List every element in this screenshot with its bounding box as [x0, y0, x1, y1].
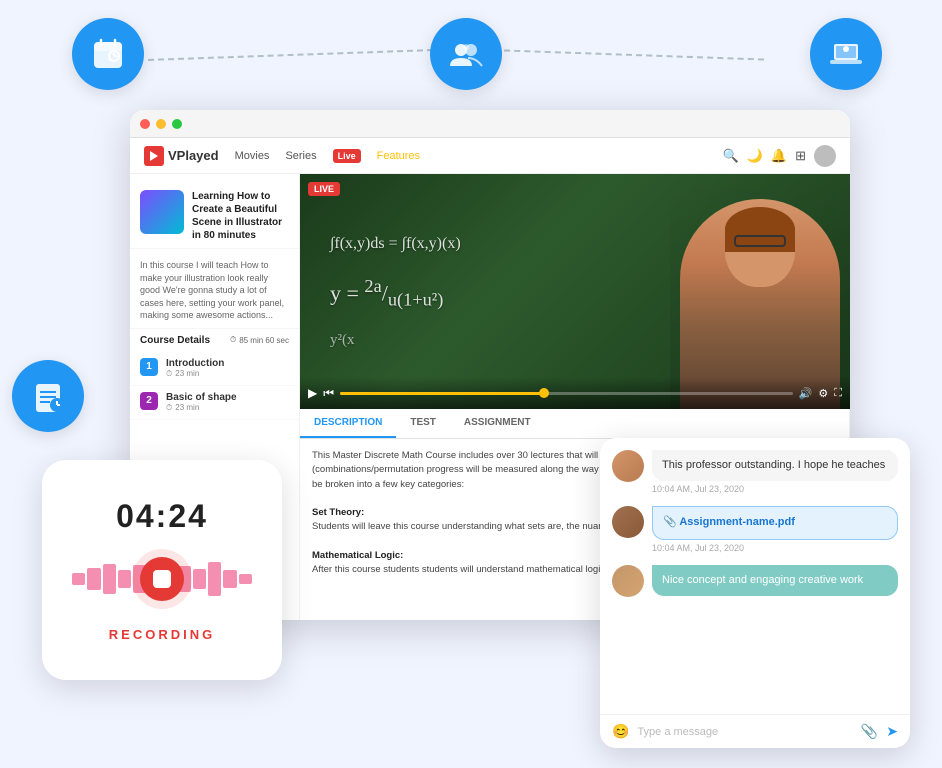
nav-movies[interactable]: Movies [235, 150, 270, 162]
clock-icon: ⏱ [230, 335, 236, 345]
chat-message-1: This professor outstanding. I hope he te… [612, 450, 898, 494]
dashed-line-1 [148, 49, 433, 61]
attachment-icon[interactable]: 📎 [861, 723, 878, 740]
teacher-glasses [734, 235, 786, 247]
waveform [72, 549, 252, 609]
laptop-icon [810, 18, 882, 90]
course-title: Learning How to Create a Beautiful Scene… [192, 190, 289, 242]
chat-bubble-wrap-1: This professor outstanding. I hope he te… [652, 450, 898, 494]
chat-message-3: Nice concept and engaging creative work [612, 565, 898, 597]
math-equations: ∫f(x,y)ds = ∫f(x,y)(x) y = 2a/u(1+u²) y²… [330, 228, 461, 354]
logo-icon [144, 146, 164, 166]
course-description: In this course I will teach How to make … [130, 253, 299, 329]
progress-fill [340, 392, 544, 395]
wave-bar [103, 564, 116, 594]
chat-bubble-wrap-3: Nice concept and engaging creative work [652, 565, 898, 596]
course-details-header: Course Details ⏱ 85 min 60 sec [130, 329, 299, 352]
recording-time: 04:24 [116, 498, 208, 535]
chat-bubble-3-teal: Nice concept and engaging creative work [652, 565, 898, 596]
teacher-head [725, 207, 795, 287]
wave-bar [72, 573, 85, 585]
progress-bar[interactable] [340, 392, 793, 395]
chat-bubble-2-file: 📎 Assignment-name.pdf [652, 506, 898, 539]
nav-features[interactable]: Features [377, 150, 420, 162]
chat-time-1: 10:04 AM, Jul 23, 2020 [652, 484, 898, 494]
wave-bar [118, 570, 131, 588]
users-icon [430, 18, 502, 90]
grid-icon[interactable]: ⊞ [795, 148, 806, 164]
volume-button[interactable]: 🔊 [799, 387, 813, 400]
chat-input-row: 😊 📎 ➤ [600, 714, 910, 748]
tab-assignment[interactable]: ASSIGNMENT [450, 409, 545, 438]
chat-avatar-1 [612, 450, 644, 482]
maximize-dot [172, 119, 182, 129]
live-badge: LIVE [308, 182, 340, 196]
calendar-icon [72, 18, 144, 90]
tab-description[interactable]: DESCRIPTION [300, 409, 396, 438]
chapter-2-info: Basic of shape ⏱ 23 min [166, 392, 237, 413]
chat-bubble-wrap-2: 📎 Assignment-name.pdf 10:04 AM, Jul 23, … [652, 506, 898, 552]
close-dot [140, 119, 150, 129]
bell-icon[interactable]: 🔔 [771, 148, 787, 164]
thumb-image [140, 190, 184, 234]
nav-live[interactable]: Live [333, 149, 361, 163]
moon-icon[interactable]: 🌙 [747, 148, 763, 164]
wave-bar [193, 569, 206, 589]
user-avatar[interactable] [814, 145, 836, 167]
chapter-2[interactable]: 2 Basic of shape ⏱ 23 min [130, 386, 299, 420]
logo: VPlayed [144, 146, 219, 166]
chat-messages: This professor outstanding. I hope he te… [600, 438, 910, 714]
chapter-num-1: 1 [140, 358, 158, 376]
emoji-icon[interactable]: 😊 [612, 723, 629, 740]
chat-bubble-1: This professor outstanding. I hope he te… [652, 450, 898, 481]
chapter-2-name: Basic of shape [166, 392, 237, 403]
recording-widget: 04:24 RECORDING [42, 460, 282, 680]
timer-icon-2: ⏱ [166, 403, 172, 413]
browser-bar [130, 110, 850, 138]
chapter-1[interactable]: 1 Introduction ⏱ 23 min [130, 352, 299, 386]
wave-bar [239, 574, 252, 584]
chapter-1-duration: ⏱ 23 min [166, 369, 224, 379]
video-area: ∫f(x,y)ds = ∫f(x,y)(x) y = 2a/u(1+u²) y²… [300, 174, 850, 409]
chapter-2-duration: ⏱ 23 min [166, 403, 237, 413]
chat-time-2: 10:04 AM, Jul 23, 2020 [652, 543, 898, 553]
course-time-badge: ⏱ 85 min 60 sec [230, 335, 289, 345]
wave-bar [87, 568, 100, 590]
chat-avatar-2 [612, 506, 644, 538]
tabs-row: DESCRIPTION TEST ASSIGNMENT [300, 409, 849, 439]
wave-bar [223, 570, 236, 588]
nav-icons: 🔍 🌙 🔔 ⊞ [723, 145, 836, 167]
teacher-overlay [670, 174, 850, 409]
chat-avatar-3 [612, 565, 644, 597]
wave-bar [208, 562, 221, 596]
course-details-label: Course Details [140, 335, 210, 346]
chapter-1-info: Introduction ⏱ 23 min [166, 358, 224, 379]
timer-icon: ⏱ [166, 369, 172, 379]
record-dot [153, 570, 171, 588]
settings-button[interactable]: ⚙ [818, 387, 828, 400]
fullscreen-button[interactable]: ⛶ [834, 387, 842, 400]
course-thumbnail: Learning How to Create a Beautiful Scene… [130, 184, 299, 249]
send-icon[interactable]: ➤ [886, 723, 898, 740]
course-icon [12, 360, 84, 432]
logo-text: VPlayed [168, 148, 219, 163]
video-controls: ▶ ⏮ 🔊 ⚙ ⛶ [300, 377, 850, 409]
progress-dot [539, 388, 549, 398]
minimize-dot [156, 119, 166, 129]
nav-series[interactable]: Series [285, 150, 316, 162]
course-time-value: 85 min 60 sec [239, 336, 289, 345]
chat-message-2: 📎 Assignment-name.pdf 10:04 AM, Jul 23, … [612, 506, 898, 552]
chat-input[interactable] [637, 726, 852, 738]
chapter-1-name: Introduction [166, 358, 224, 369]
chapter-num-2: 2 [140, 392, 158, 410]
play-button[interactable]: ▶ [308, 386, 317, 400]
dashed-line-2 [504, 49, 764, 60]
recording-label: RECORDING [109, 627, 215, 642]
search-icon[interactable]: 🔍 [723, 148, 739, 164]
nav-bar: VPlayed Movies Series Live Features 🔍 🌙 … [130, 138, 850, 174]
tab-test[interactable]: TEST [396, 409, 450, 438]
record-button[interactable] [140, 557, 184, 601]
chat-panel: This professor outstanding. I hope he te… [600, 438, 910, 748]
skip-back-button[interactable]: ⏮ [323, 386, 334, 401]
